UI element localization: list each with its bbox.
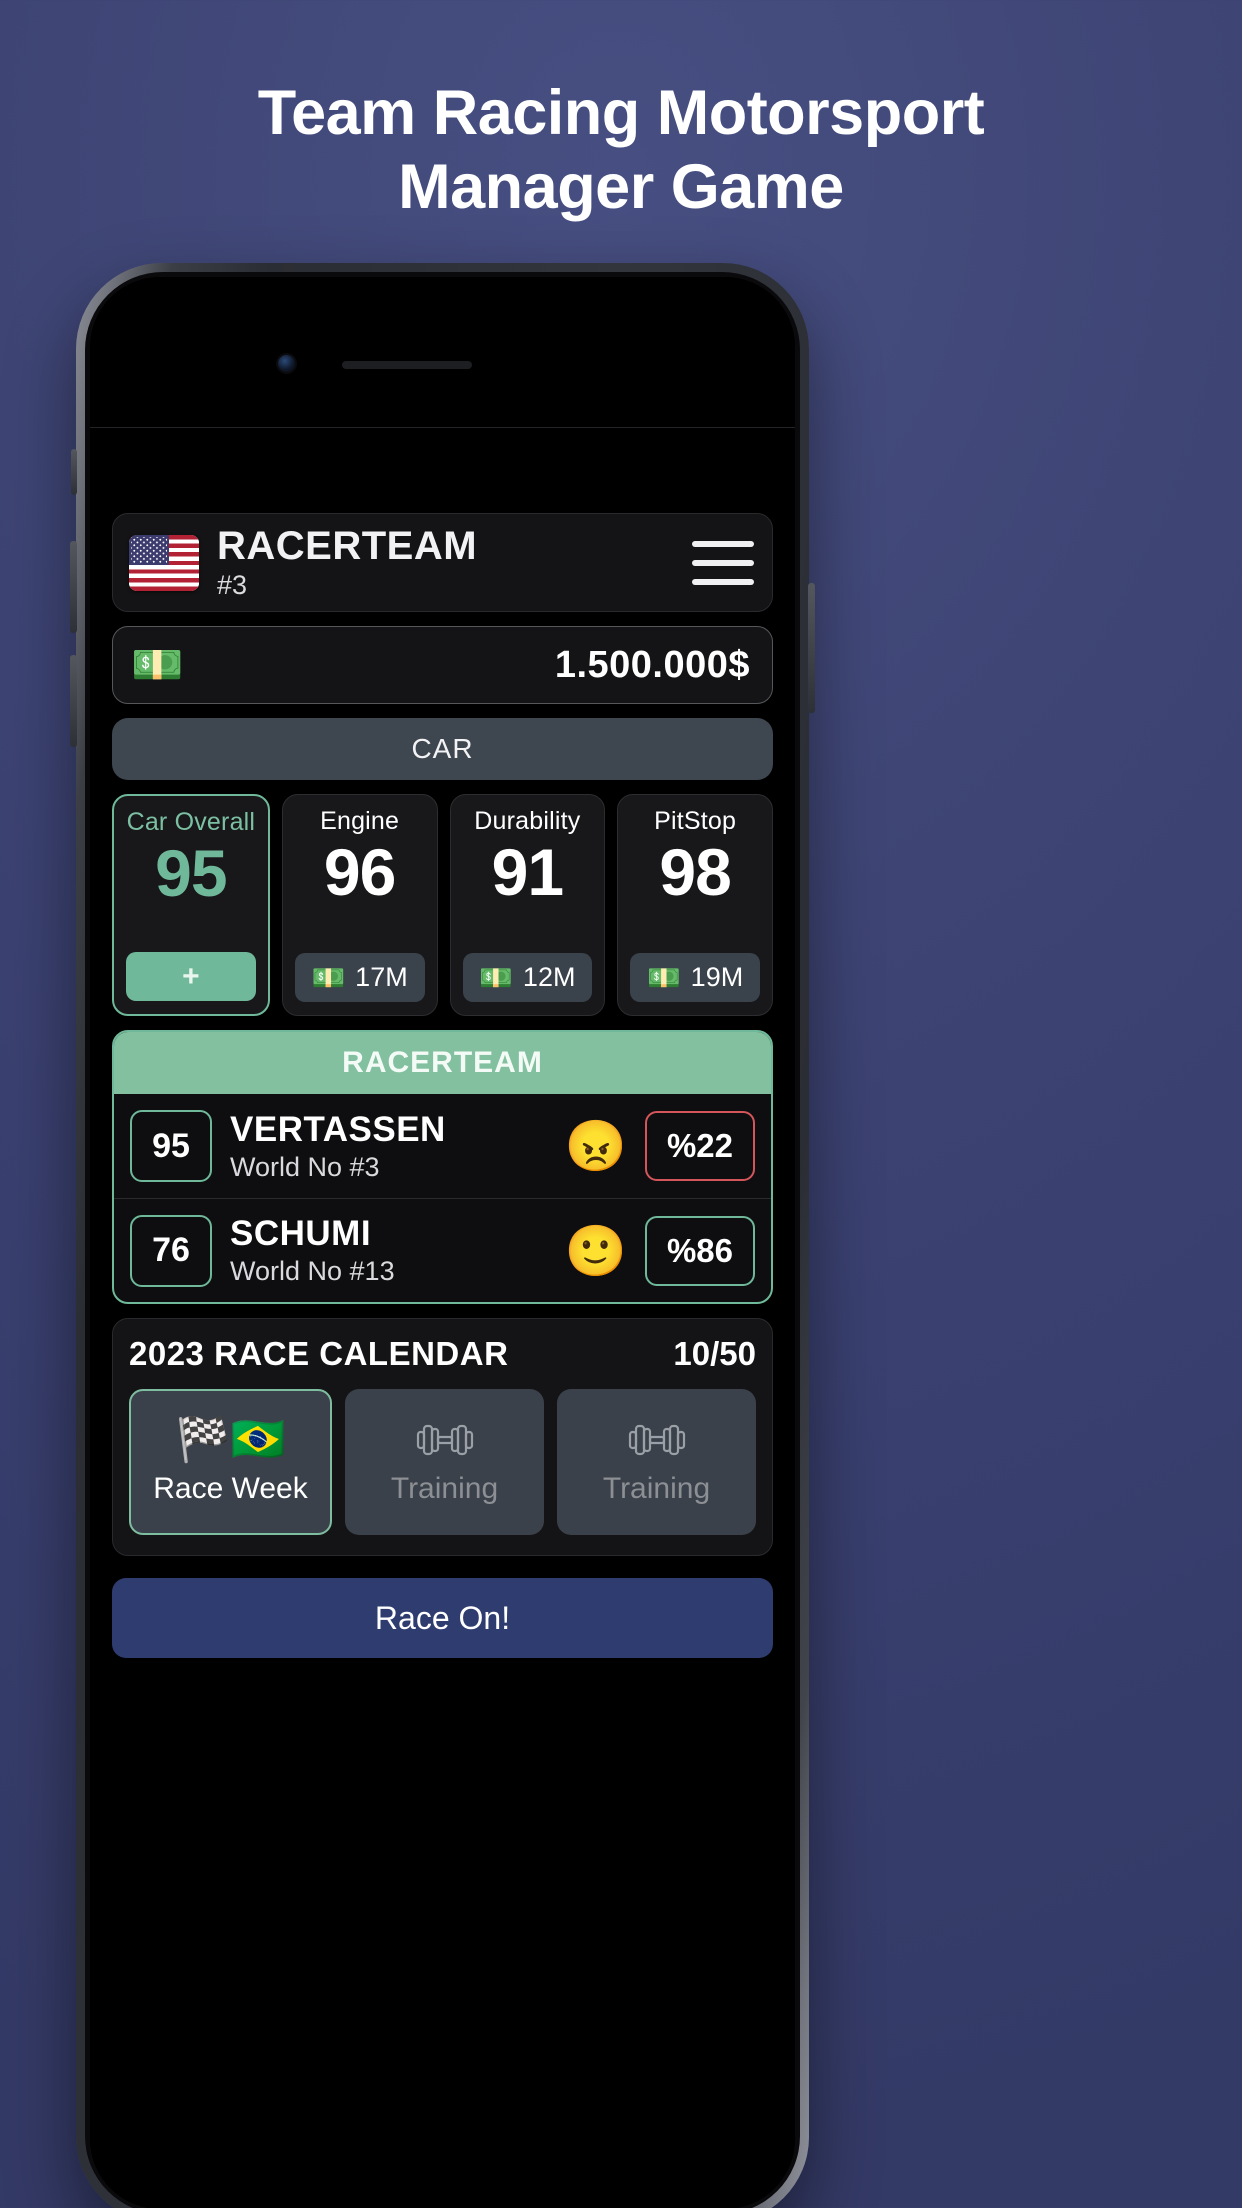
driver-info: VERTASSEN World No #3 <box>230 1110 446 1182</box>
earpiece-speaker <box>342 361 472 369</box>
stat-card-durability[interactable]: Durability 91 💵 12M <box>449 794 606 1016</box>
phone-volume-up-button[interactable] <box>70 541 77 633</box>
calendar-item-race-week[interactable]: 🏁🇧🇷 Race Week <box>129 1389 332 1535</box>
front-camera-icon <box>278 355 295 372</box>
us-flag-icon <box>129 534 199 591</box>
stat-value: 98 <box>659 835 731 909</box>
phone-volume-down-button[interactable] <box>70 655 77 747</box>
stat-value: 95 <box>155 836 227 910</box>
cost-value: 12M <box>522 962 576 992</box>
promo-headline: Team Racing Motorsport Manager Game <box>0 76 1242 225</box>
stat-label: Durability <box>474 807 581 835</box>
race-on-button[interactable]: Race On! <box>112 1578 773 1658</box>
driver-row[interactable]: 95 VERTASSEN World No #3 😠 %22 <box>114 1094 771 1198</box>
money-banknote-icon: 💵 <box>311 962 346 993</box>
driver-rating: 95 <box>130 1110 212 1182</box>
angry-face-icon: 😠 <box>564 1118 627 1174</box>
phone-notch-area <box>90 277 795 427</box>
money-amount: 1.500.000$ <box>554 643 750 686</box>
stat-value: 91 <box>491 835 564 909</box>
money-banknote-icon: 💵 <box>131 641 184 688</box>
slightly-smiling-face-icon: 🙂 <box>564 1222 627 1279</box>
stat-label: PitStop <box>654 807 737 835</box>
driver-rating: 76 <box>130 1214 212 1287</box>
driver-world-rank: World No #3 <box>230 1151 380 1182</box>
durability-upgrade-cost-button[interactable]: 💵 12M <box>462 953 593 1002</box>
dumbbell-icon <box>415 1418 475 1462</box>
phone-mute-switch[interactable] <box>71 449 77 495</box>
phone-screen: RACERTEAM #3 💵 1.500.000$ CAR Car Overal… <box>90 277 795 2208</box>
car-upgrade-button[interactable]: + <box>126 952 256 1001</box>
cost-value: 19M <box>690 962 744 992</box>
driver-world-rank: World No #13 <box>230 1256 395 1287</box>
team-name: RACERTEAM <box>217 524 478 568</box>
phone-mockup: RACERTEAM #3 💵 1.500.000$ CAR Car Overal… <box>70 263 815 2208</box>
pitstop-upgrade-cost-button[interactable]: 💵 19M <box>630 953 760 1002</box>
dumbbell-icon <box>627 1418 687 1462</box>
promo-headline-line-2: Manager Game <box>398 152 844 223</box>
calendar-item-label: Training <box>390 1472 499 1505</box>
drivers-panel: RACERTEAM 95 VERTASSEN World No #3 😠 %22… <box>112 1030 773 1304</box>
driver-morale-badge: %86 <box>645 1215 755 1286</box>
team-identity: RACERTEAM #3 <box>217 526 477 599</box>
drivers-panel-header: RACERTEAM <box>114 1032 771 1094</box>
race-calendar-title: 2023 RACE CALENDAR <box>129 1335 509 1372</box>
team-rank: #3 <box>217 570 248 600</box>
calendar-item-training-2[interactable]: Training <box>557 1389 756 1535</box>
race-calendar-header: 2023 RACE CALENDAR 10/50 <box>129 1335 756 1373</box>
car-section-header: CAR <box>112 718 773 780</box>
stat-card-pitstop[interactable]: PitStop 98 💵 19M <box>617 794 773 1016</box>
calendar-item-label: Training <box>602 1472 711 1505</box>
stat-label: Car Overall <box>126 808 256 836</box>
team-header-bar[interactable]: RACERTEAM #3 <box>112 513 773 612</box>
money-banknote-icon: 💵 <box>479 962 513 993</box>
driver-name: VERTASSEN <box>230 1109 446 1149</box>
car-stats-row: Car Overall 95 + Engine 96 💵 17M Durabil… <box>112 794 773 1016</box>
checkered-flag-and-brazil-flag-icon: 🏁🇧🇷 <box>175 1415 286 1464</box>
calendar-item-training-1[interactable]: Training <box>345 1389 544 1535</box>
money-banknote-icon: 💵 <box>647 962 681 993</box>
race-calendar-progress: 10/50 <box>673 1335 756 1372</box>
driver-morale-badge: %22 <box>645 1111 755 1181</box>
hamburger-menu-icon[interactable] <box>692 540 754 585</box>
driver-info: SCHUMI World No #13 <box>230 1214 395 1286</box>
app-content: RACERTEAM #3 💵 1.500.000$ CAR Car Overal… <box>90 427 795 2208</box>
phone-power-button[interactable] <box>808 583 815 713</box>
stat-value: 96 <box>323 835 396 909</box>
cost-value: 17M <box>355 962 408 992</box>
calendar-item-label: Race Week <box>153 1472 308 1505</box>
promo-headline-line-1: Team Racing Motorsport <box>257 78 985 148</box>
driver-name: SCHUMI <box>230 1214 372 1254</box>
stat-label: Engine <box>320 807 400 835</box>
race-calendar-panel: 2023 RACE CALENDAR 10/50 🏁🇧🇷 Race Week T… <box>112 1318 773 1556</box>
stat-card-car-overall[interactable]: Car Overall 95 + <box>112 794 270 1016</box>
stat-card-engine[interactable]: Engine 96 💵 17M <box>281 794 438 1016</box>
app-top-divider <box>90 427 795 428</box>
driver-row[interactable]: 76 SCHUMI World No #13 🙂 %86 <box>114 1198 771 1302</box>
engine-upgrade-cost-button[interactable]: 💵 17M <box>294 953 425 1002</box>
race-calendar-items: 🏁🇧🇷 Race Week Training Training <box>129 1389 756 1535</box>
money-bar: 💵 1.500.000$ <box>112 626 773 704</box>
